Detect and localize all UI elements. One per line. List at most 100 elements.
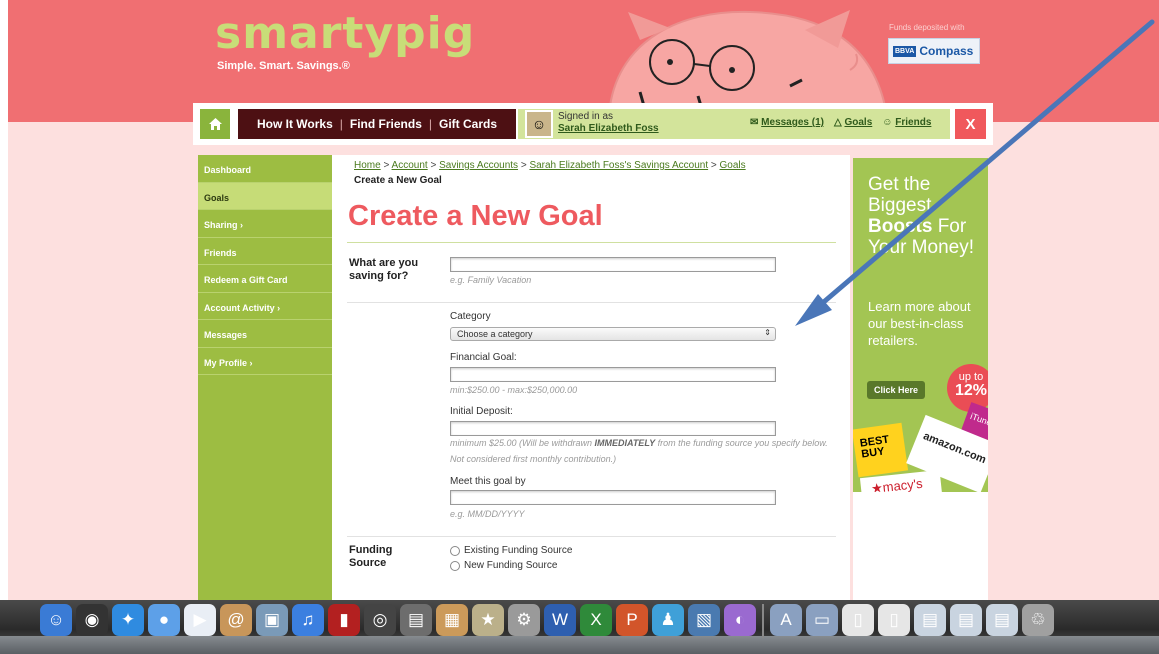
radio-button[interactable] [450,560,460,571]
sidebar-item-goals[interactable]: Goals [198,182,332,210]
documents-folder-icon[interactable]: ▭ [806,604,838,636]
preview-icon[interactable]: ▦ [436,604,468,636]
saving-for-input[interactable] [450,257,776,272]
trash-icon[interactable]: ♲ [1022,604,1054,636]
section-divider [347,536,836,537]
ad-click-here-button[interactable]: Click Here [867,381,925,399]
tagline: Simple. Smart. Savings.® [217,60,350,72]
goals-link[interactable]: △ Goals [834,117,872,128]
user-links: ✉ Messages (1) △ Goals ☺ Friends [750,117,931,128]
iphoto-icon[interactable]: ▣ [256,604,288,636]
file-icon[interactable]: ▯ [842,604,874,636]
window-icon[interactable]: ▤ [950,604,982,636]
user-name-link[interactable]: Sarah Elizabeth Foss [558,123,659,134]
meet-goal-date-input[interactable] [450,490,776,505]
aperture-icon[interactable]: ◎ [364,604,396,636]
saving-for-label: What are you saving for? [349,257,419,282]
meet-goal-label: Meet this goal by [450,476,526,487]
bank-name: Compass [919,44,974,58]
friends-link[interactable]: ☺ Friends [882,117,931,128]
radio-button[interactable] [450,545,460,556]
messages-label: Messages (1) [761,117,824,128]
friends-label: Friends [895,117,932,128]
ichat-icon[interactable]: ● [148,604,180,636]
category-selected-value: Choose a category [457,329,533,339]
window-icon[interactable]: ▤ [986,604,1018,636]
utility-icon[interactable]: ◐ [724,604,756,636]
title-divider [347,242,836,243]
ad-column-blank [853,492,988,600]
initial-deposit-input[interactable] [450,421,776,436]
nav-find-friends[interactable]: Find Friends [350,117,422,131]
home-button[interactable] [200,109,230,139]
window-edge [0,0,8,654]
breadcrumb-separator: > [710,160,717,171]
promo-ad[interactable]: Get the Biggest Boosts For Your Money! L… [853,158,988,492]
address-book-icon[interactable]: @ [220,604,252,636]
photo-booth-icon[interactable]: ▮ [328,604,360,636]
excel-icon[interactable]: X [580,604,612,636]
imovie-icon[interactable]: ▤ [400,604,432,636]
star-icon[interactable]: ★ [472,604,504,636]
sidebar-item-dashboard[interactable]: Dashboard [198,155,332,183]
close-button[interactable]: X [955,109,986,139]
breadcrumb-separator: > [383,160,390,171]
section-divider [347,302,836,303]
dock-separator [762,604,764,638]
goal-icon: △ [833,117,842,128]
initial-deposit-hint: minimum $25.00 (Will be withdrawn IMMEDI… [450,435,830,467]
initial-deposit-label: Initial Deposit: [450,406,513,417]
photo-icon[interactable]: ▧ [688,604,720,636]
financial-goal-input[interactable] [450,367,776,382]
pig-mascot-image [608,10,887,106]
sidebar-item-my-profile[interactable]: My Profile › [198,348,332,375]
messenger-icon[interactable]: ♟ [652,604,684,636]
sidebar-item-redeem-gift-card[interactable]: Redeem a Gift Card [198,265,332,293]
nav-how-it-works[interactable]: How It Works [257,117,333,131]
itunes-icon[interactable]: ♫ [292,604,324,636]
initial-deposit-hint-emphasis: IMMEDIATELY [594,438,656,448]
radio-new-funding-source[interactable]: New Funding Source [450,560,557,571]
goals-label: Goals [844,117,873,128]
sidebar-item-friends[interactable]: Friends [198,238,332,265]
financial-goal-hint: min:$250.00 - max:$250,000.00 [450,385,578,395]
sidebar-item-messages[interactable]: Messages [198,320,332,348]
powerpoint-icon[interactable]: P [616,604,648,636]
file-icon[interactable]: ▯ [878,604,910,636]
sidebar: Dashboard Goals Sharing › Friends Redeem… [198,155,332,600]
sidebar-item-sharing[interactable]: Sharing › [198,210,332,238]
safari-icon[interactable]: ✦ [112,604,144,636]
breadcrumb-goals[interactable]: Goals [720,160,746,171]
breadcrumb-owner-account[interactable]: Sarah Elizabeth Foss's Savings Account [529,160,708,171]
column-gap [332,155,340,600]
smartypig-logo[interactable]: smartypig [215,8,475,59]
messages-link[interactable]: ✉ Messages (1) [750,117,824,128]
radio-label: Existing Funding Source [464,545,573,556]
nav-gift-cards[interactable]: Gift Cards [439,117,497,131]
bank-logo: BBVA Compass [888,38,980,64]
applications-folder-icon[interactable]: A [770,604,802,636]
avatar[interactable]: ☺ [525,110,553,138]
finder-icon[interactable]: ☺ [40,604,72,636]
facetime-icon[interactable]: ▶ [184,604,216,636]
breadcrumb-home[interactable]: Home [354,160,381,171]
dock-shelf [0,636,1159,654]
window-icon[interactable]: ▤ [914,604,946,636]
word-icon[interactable]: W [544,604,576,636]
sidebar-item-account-activity[interactable]: Account Activity › [198,293,332,320]
meet-goal-hint: e.g. MM/DD/YYYY [450,509,525,519]
radio-existing-funding-source[interactable]: Existing Funding Source [450,545,572,556]
main-nav: How It Works | Find Friends | Gift Cards [238,109,516,139]
breadcrumb-savings-accounts[interactable]: Savings Accounts [439,160,518,171]
dashboard-icon[interactable]: ◉ [76,604,108,636]
ad-subtext: Learn more about our best-in-class retai… [868,299,971,348]
ad-discount-badge: up to 12% [947,364,988,412]
bestbuy-gift-card: BEST BUY [853,422,909,478]
ad-badge-value: 12% [954,382,988,399]
system-preferences-icon[interactable]: ⚙ [508,604,540,636]
category-label: Category [450,311,491,322]
breadcrumb-account[interactable]: Account [392,160,428,171]
funding-source-label: Funding Source [349,544,393,569]
nav-separator: | [339,117,343,131]
category-select[interactable]: Choose a category ⇕ [450,327,776,341]
